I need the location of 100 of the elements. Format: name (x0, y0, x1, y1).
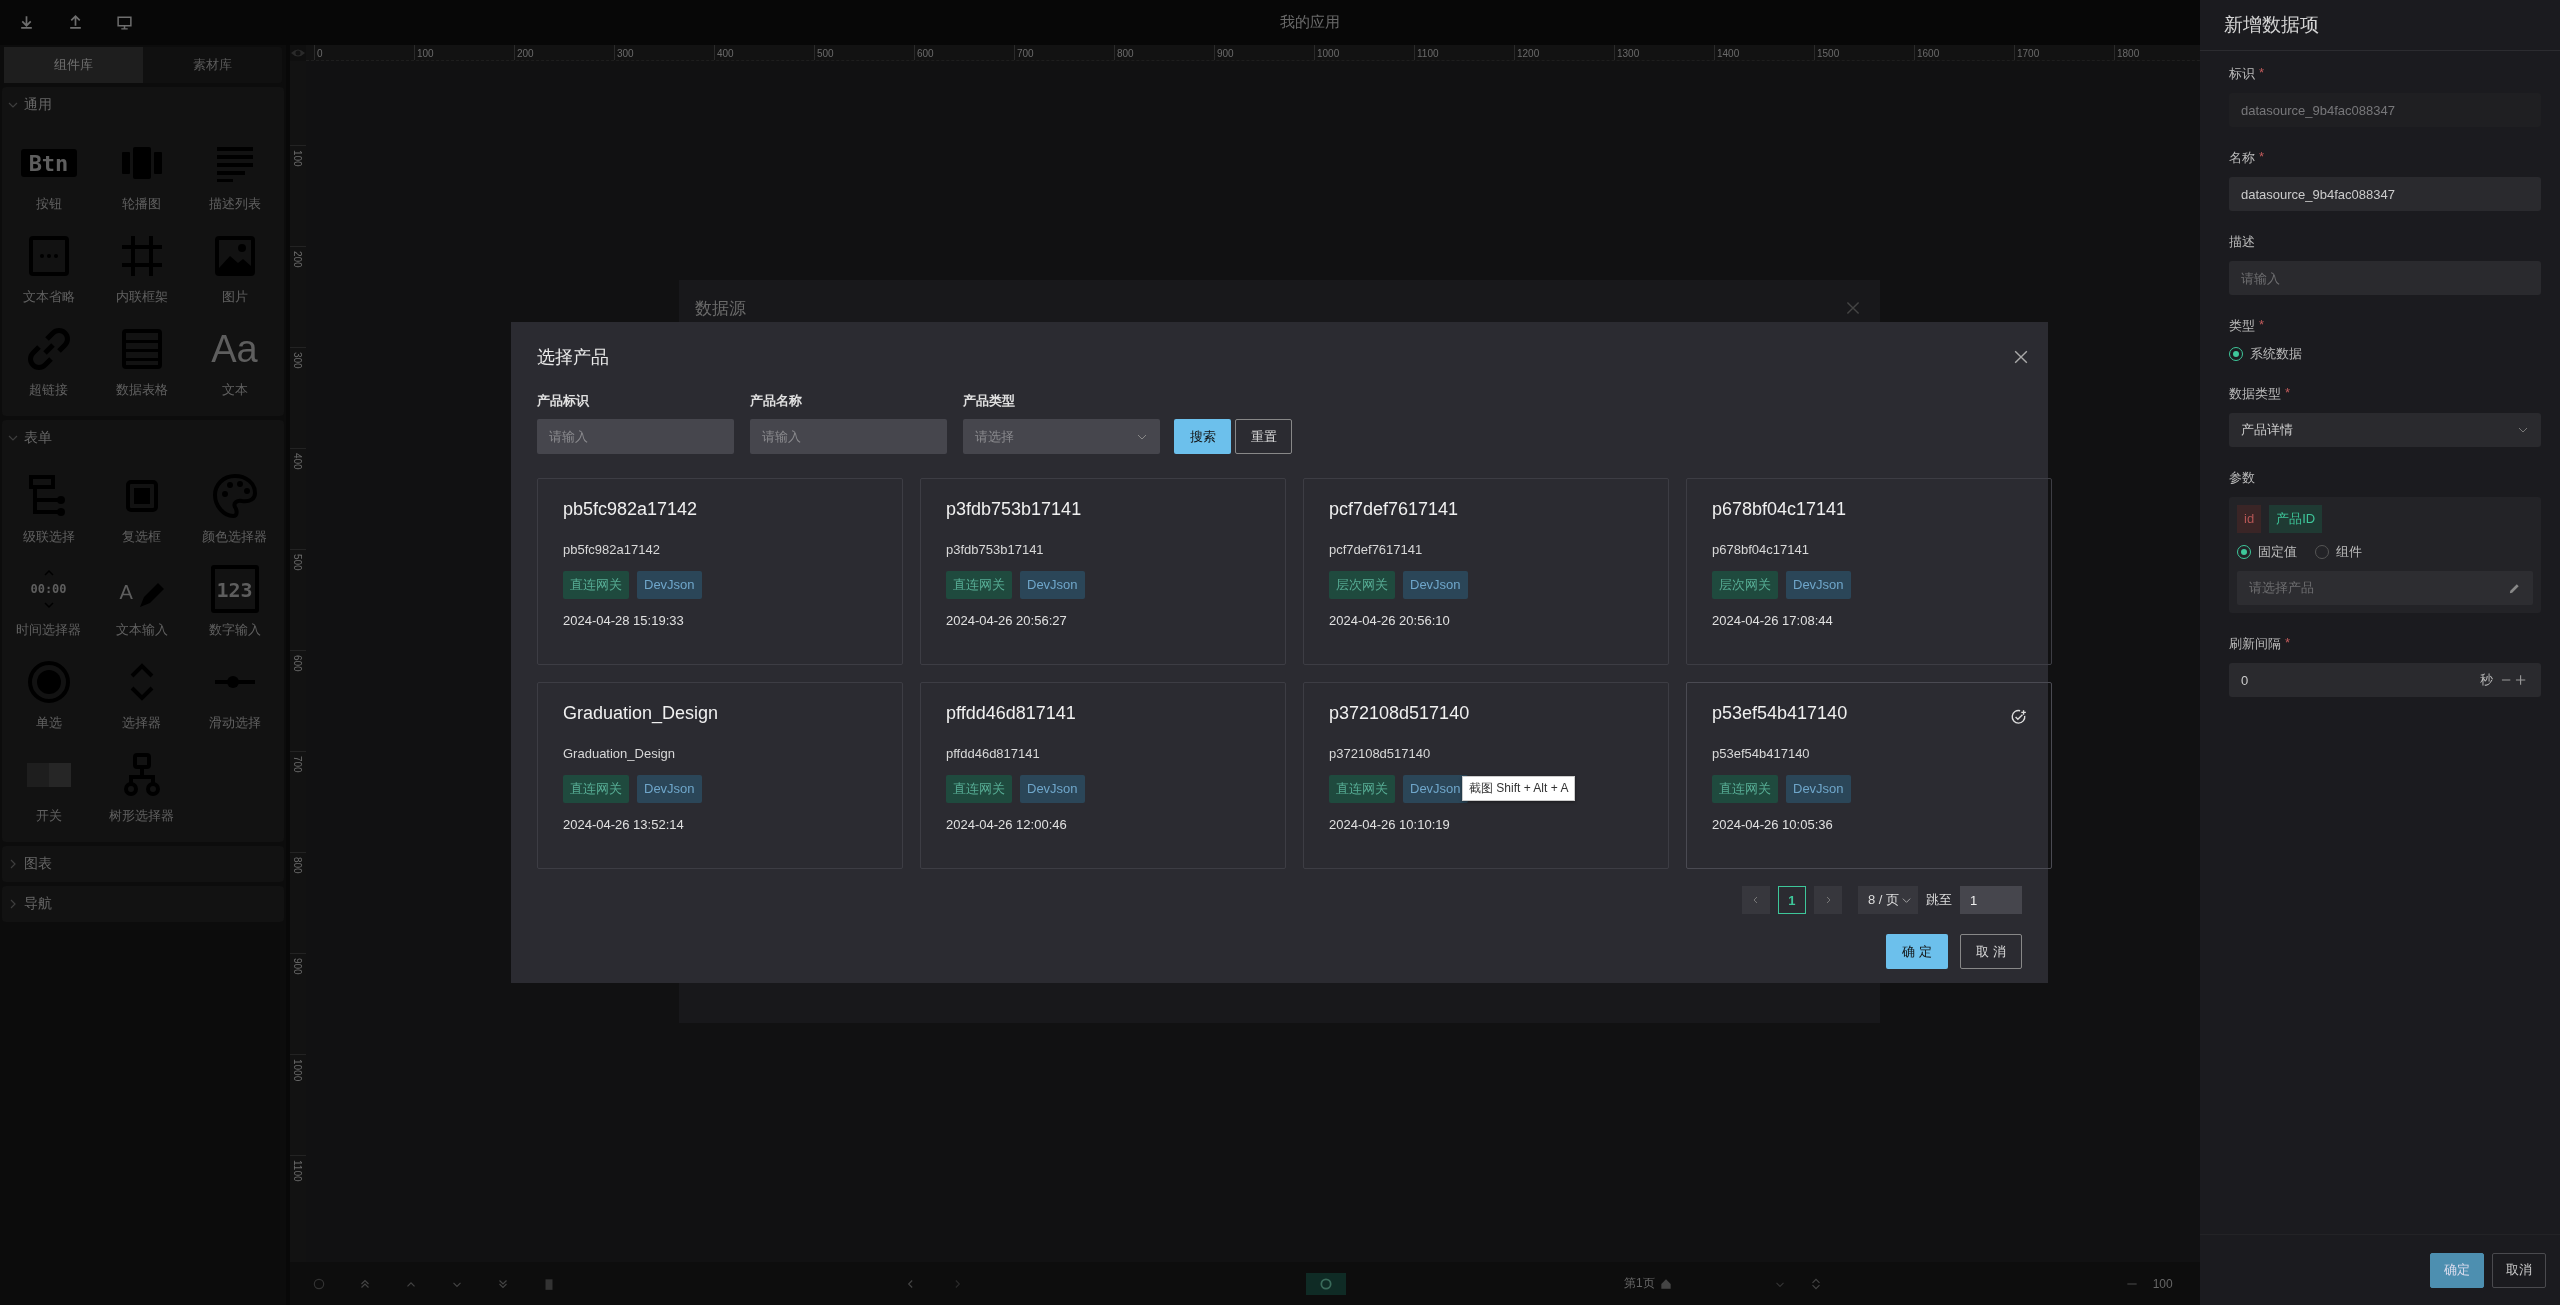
component-label: 超链接 (29, 381, 68, 399)
param-key: id (2237, 505, 2262, 533)
number-field[interactable]: 0 秒 (2229, 663, 2541, 697)
created-time: 2024-04-26 12:00:46 (946, 817, 1068, 832)
component-label: 复选框 (122, 528, 161, 546)
product-tag: 直连网关 (946, 571, 1012, 599)
page-size-select[interactable]: 8 / 页 (1857, 886, 1918, 914)
required-mark: * (2285, 385, 2291, 402)
filter-input[interactable]: 请输入 (750, 419, 947, 454)
ruler-label: 900 (292, 958, 303, 975)
filter-input[interactable]: 请输入 (537, 419, 734, 454)
product-tag: 直连网关 (1712, 775, 1778, 803)
filter-label: 产品名称 (750, 392, 803, 410)
page-selector[interactable]: 第1页 (1624, 1275, 1655, 1292)
param-name: 产品ID (2269, 505, 2323, 533)
upload-icon[interactable] (67, 14, 84, 31)
product-tag: DevJson (1403, 571, 1468, 599)
select-field[interactable]: 产品详情 (2229, 413, 2541, 447)
jump-label: 跳至 (1926, 891, 1952, 909)
next-page-button[interactable] (1813, 886, 1842, 914)
component-label: 图片 (221, 288, 248, 306)
required-mark: * (2259, 317, 2265, 334)
created-time: 2024-04-26 20:56:27 (946, 613, 1068, 628)
component-label: 时间选择器 (16, 621, 81, 639)
search-button[interactable]: 搜索 (1174, 419, 1231, 454)
ruler-label: 400 (717, 48, 734, 59)
ruler-label: 900 (1217, 48, 1234, 59)
required-mark: * (2259, 65, 2265, 82)
component-label: 文本输入 (115, 621, 168, 639)
component-label: 级联选择 (22, 528, 75, 546)
chevron-icon[interactable] (8, 899, 18, 909)
radio-option[interactable]: 固定值 (2237, 543, 2297, 561)
ruler-label: 1400 (1717, 48, 1740, 59)
product-card[interactable]: p678bf04c17141 p678bf04c17141 层次网关 DevJson 2024-04-26 17:08:44 (1686, 478, 2052, 665)
product-tag: DevJson (1020, 775, 1085, 803)
radio-option[interactable]: 系统数据 (2229, 345, 2302, 363)
ruler-label: 100 (417, 48, 434, 59)
jump-input[interactable]: 1 (1960, 886, 2022, 914)
component-label: 颜色选择器 (202, 528, 267, 546)
product-id: p372108d517140 (1329, 746, 1432, 761)
confirm-button[interactable]: 确 定 (1886, 934, 1948, 969)
component-label: 单选 (35, 714, 62, 732)
component-label: 开关 (35, 807, 62, 825)
product-card[interactable]: pcf7def7617141 pcf7def7617141 层次网关 DevJson 2024-04-26 20:56:10 (1303, 478, 1669, 665)
radio-option[interactable]: 组件 (2315, 543, 2362, 561)
chevron-icon[interactable] (8, 859, 18, 869)
product-card[interactable]: Graduation_Design Graduation_Design 直连网关 DevJson 2024-04-26 13:52:14 (537, 682, 903, 869)
ruler-label: 800 (1117, 48, 1134, 59)
ruler-label: 500 (292, 554, 303, 571)
prev-page-button[interactable] (1741, 886, 1770, 914)
reset-button[interactable]: 重置 (1235, 419, 1292, 454)
cancel-button[interactable]: 取 消 (1960, 934, 2022, 969)
product-card[interactable]: p3fdb753b17141 p3fdb753b17141 直连网关 DevJson 2024-04-26 20:56:27 (920, 478, 1286, 665)
created-time: 2024-04-26 17:08:44 (1712, 613, 1834, 628)
download-icon[interactable] (18, 14, 35, 31)
page-thumbnail[interactable] (1306, 1272, 1346, 1295)
chevron-icon[interactable] (8, 433, 18, 443)
product-tag: 直连网关 (563, 775, 629, 803)
product-tag: 层次网关 (1712, 571, 1778, 599)
product-title: p678bf04c17141 (1712, 499, 1848, 520)
monitor-icon[interactable] (116, 14, 133, 31)
product-id: p53ef54b417140 (1712, 746, 1811, 761)
text-field[interactable]: datasource_9b4fac088347 (2229, 177, 2541, 211)
chevron-icon[interactable] (8, 100, 18, 110)
app-title: 我的应用 (1280, 13, 1340, 30)
ruler-label: 1800 (2117, 48, 2140, 59)
component-label: 数据表格 (115, 381, 168, 399)
product-card[interactable]: pffdd46d817141 pffdd46d817141 直连网关 DevJson 2024-04-26 12:00:46 (920, 682, 1286, 869)
component-label: 文本省略 (22, 288, 75, 306)
product-title: p3fdb753b17141 (946, 499, 1083, 520)
page-button[interactable]: 1 (1777, 886, 1806, 914)
ruler-label: 300 (617, 48, 634, 59)
ruler-label: 1700 (2017, 48, 2040, 59)
ruler-label: 500 (817, 48, 834, 59)
text-field[interactable]: 请输入 (2229, 261, 2541, 295)
check-plus-icon[interactable] (2011, 709, 2027, 725)
ruler-label: 1500 (1817, 48, 1840, 59)
target-icon[interactable] (312, 1276, 326, 1291)
product-id: pb5fc982a17142 (563, 542, 661, 557)
ruler-label: 0 (317, 48, 323, 59)
dialog-title: 选择产品 (537, 346, 609, 369)
filter-label: 产品类型 (963, 392, 1016, 410)
ruler-label: 1300 (1617, 48, 1640, 59)
field-label: 名称 (2229, 149, 2255, 167)
cancel-button[interactable]: 取消 (2492, 1252, 2546, 1288)
ruler-label: 300 (292, 352, 303, 369)
product-tag: 层次网关 (1329, 571, 1395, 599)
product-tag: DevJson (1786, 775, 1851, 803)
product-card[interactable]: p53ef54b417140 p53ef54b417140 直连网关 DevJson 2024-04-26 10:05:36 (1686, 682, 2052, 869)
product-card[interactable]: pb5fc982a17142 pb5fc982a17142 直连网关 DevJson 2024-04-28 15:19:33 (537, 478, 903, 665)
product-title: Graduation_Design (563, 703, 720, 724)
component-label: 描述列表 (208, 195, 261, 213)
ruler-label: 200 (517, 48, 534, 59)
created-time: 2024-04-26 13:52:14 (563, 817, 685, 832)
close-icon[interactable] (2014, 350, 2028, 364)
ruler-label: 1100 (1417, 48, 1439, 59)
product-tag: 直连网关 (563, 571, 629, 599)
ruler-label: 1000 (292, 1059, 303, 1082)
component-label: 选择器 (122, 714, 161, 732)
product-id: pcf7def7617141 (1329, 542, 1424, 557)
